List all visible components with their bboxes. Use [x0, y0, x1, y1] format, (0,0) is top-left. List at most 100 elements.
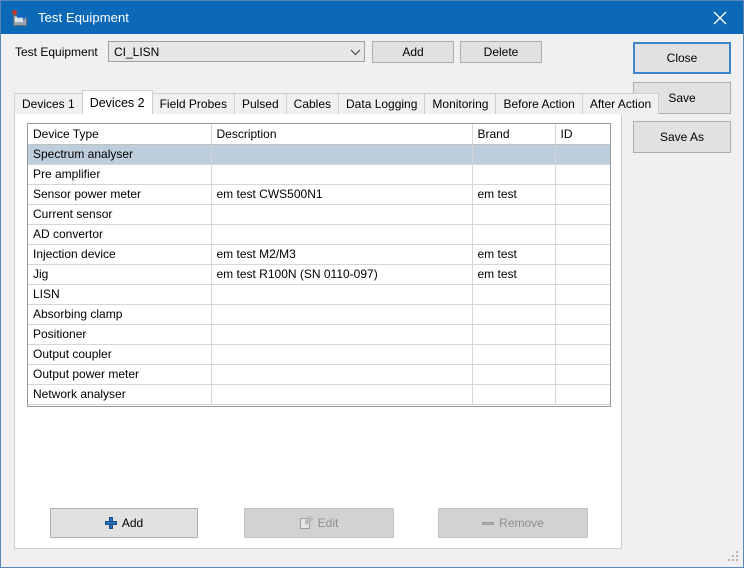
- tab-devices-2[interactable]: Devices 2: [81, 90, 153, 114]
- column-header-id[interactable]: ID: [555, 124, 610, 145]
- cell-description: [211, 284, 473, 305]
- table-row[interactable]: Injection device em test M2/M3 em test: [28, 244, 610, 265]
- cell-brand: [472, 284, 556, 305]
- table-row[interactable]: Pre amplifier: [28, 164, 610, 185]
- minus-icon: [482, 517, 495, 529]
- cell-description: [211, 304, 473, 325]
- column-header-device-type[interactable]: Device Type: [28, 124, 212, 145]
- cell-brand: em test: [472, 184, 556, 205]
- add-device-label: Add: [121, 516, 144, 530]
- column-header-brand[interactable]: Brand: [472, 124, 556, 145]
- device-grid[interactable]: Device Type Description Brand ID Spectru…: [27, 123, 611, 407]
- tab-data-logging[interactable]: Data Logging: [338, 93, 426, 114]
- chevron-down-icon: [346, 48, 364, 56]
- cell-description: [211, 224, 473, 245]
- cell-device-type: Positioner: [28, 324, 212, 345]
- cell-device-type: AD convertor: [28, 224, 212, 245]
- cell-device-type: Network analyser: [28, 384, 212, 405]
- cell-brand: [472, 164, 556, 185]
- cell-description: em test R100N (SN 0110-097): [211, 264, 473, 285]
- table-row[interactable]: Spectrum analyser: [28, 144, 610, 165]
- tab-pulsed[interactable]: Pulsed: [233, 93, 287, 114]
- title-bar: Test Equipment: [1, 1, 743, 34]
- cell-device-type: Injection device: [28, 244, 212, 265]
- save-as-button[interactable]: Save As: [633, 121, 731, 153]
- edit-device-button[interactable]: Edit: [244, 508, 394, 538]
- cell-device-type: Jig: [28, 264, 212, 285]
- add-equipment-button[interactable]: Add: [372, 41, 454, 63]
- cell-id: [555, 264, 610, 285]
- cell-description: em test CWS500N1: [211, 184, 473, 205]
- edit-pencil-icon: [299, 515, 314, 530]
- cell-id: [555, 244, 610, 265]
- plus-icon: [104, 517, 117, 529]
- cell-id: [555, 204, 610, 225]
- cell-description: [211, 364, 473, 385]
- remove-device-label: Remove: [499, 516, 544, 530]
- cell-device-type: Spectrum analyser: [28, 144, 212, 165]
- cell-brand: [472, 324, 556, 345]
- table-row[interactable]: Output power meter: [28, 364, 610, 385]
- cell-id: [555, 184, 610, 205]
- test-equipment-dialog: Test Equipment Test Equipment CI_LISN Ad…: [0, 0, 744, 568]
- close-icon[interactable]: [697, 1, 743, 34]
- cell-id: [555, 144, 610, 165]
- cell-device-type: Sensor power meter: [28, 184, 212, 205]
- cell-brand: [472, 144, 556, 165]
- cell-device-type: Current sensor: [28, 204, 212, 225]
- cell-device-type: Absorbing clamp: [28, 304, 212, 325]
- cell-id: [555, 284, 610, 305]
- table-row[interactable]: Sensor power meter em test CWS500N1 em t…: [28, 184, 610, 205]
- cell-device-type: LISN: [28, 284, 212, 305]
- cell-description: [211, 344, 473, 365]
- tab-field-probes[interactable]: Field Probes: [151, 93, 235, 114]
- column-header-description[interactable]: Description: [211, 124, 473, 145]
- cell-id: [555, 344, 610, 365]
- edit-device-label: Edit: [317, 516, 339, 530]
- cell-brand: [472, 204, 556, 225]
- cell-description: [211, 324, 473, 345]
- tab-after-action[interactable]: After Action: [581, 93, 660, 114]
- grid-header-row: Device Type Description Brand ID: [28, 124, 610, 145]
- remove-device-button[interactable]: Remove: [438, 508, 588, 538]
- resize-grip[interactable]: [727, 551, 739, 563]
- add-device-button[interactable]: Add: [50, 508, 198, 538]
- table-row[interactable]: Positioner: [28, 324, 610, 345]
- cell-device-type: Pre amplifier: [28, 164, 212, 185]
- table-row[interactable]: Network analyser: [28, 384, 610, 405]
- table-row[interactable]: Jig em test R100N (SN 0110-097) em test: [28, 264, 610, 285]
- cell-id: [555, 304, 610, 325]
- close-button[interactable]: Close: [633, 42, 731, 74]
- cell-id: [555, 324, 610, 345]
- cell-brand: [472, 364, 556, 385]
- cell-description: em test M2/M3: [211, 244, 473, 265]
- table-row[interactable]: LISN: [28, 284, 610, 305]
- test-equipment-value: CI_LISN: [114, 44, 160, 59]
- cell-brand: [472, 304, 556, 325]
- tab-devices-1[interactable]: Devices 1: [14, 93, 83, 114]
- table-row[interactable]: Output coupler: [28, 344, 610, 365]
- table-row[interactable]: Current sensor: [28, 204, 610, 225]
- cell-brand: em test: [472, 244, 556, 265]
- cell-description: [211, 164, 473, 185]
- table-row[interactable]: Absorbing clamp: [28, 304, 610, 325]
- cell-description: [211, 144, 473, 165]
- computer-network-icon: [11, 9, 29, 27]
- tab-strip: Devices 1 Devices 2 Field Probes Pulsed …: [14, 90, 660, 114]
- tab-cables[interactable]: Cables: [285, 93, 340, 114]
- cell-id: [555, 364, 610, 385]
- cell-id: [555, 384, 610, 405]
- test-equipment-select[interactable]: CI_LISN: [108, 41, 365, 62]
- cell-brand: [472, 224, 556, 245]
- cell-device-type: Output coupler: [28, 344, 212, 365]
- tab-monitoring[interactable]: Monitoring: [424, 93, 497, 114]
- tab-before-action[interactable]: Before Action: [495, 93, 583, 114]
- cell-description: [211, 384, 473, 405]
- cell-brand: em test: [472, 264, 556, 285]
- cell-id: [555, 164, 610, 185]
- cell-brand: [472, 384, 556, 405]
- table-row[interactable]: AD convertor: [28, 224, 610, 245]
- delete-equipment-button[interactable]: Delete: [460, 41, 542, 63]
- test-equipment-label: Test Equipment: [15, 45, 98, 59]
- window-title: Test Equipment: [38, 10, 130, 25]
